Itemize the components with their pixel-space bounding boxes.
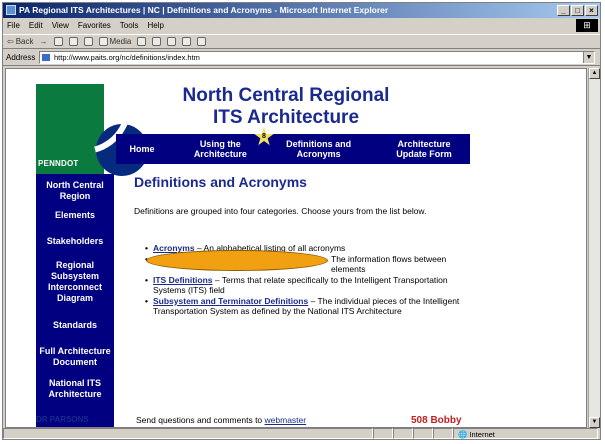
status-main bbox=[3, 428, 373, 439]
forward-button[interactable]: → bbox=[40, 37, 48, 46]
menu-tools[interactable]: Tools bbox=[120, 19, 139, 33]
parsons-text: PARSONS bbox=[49, 415, 89, 424]
discuss-icon[interactable] bbox=[197, 37, 207, 46]
sidebar: North Central Region Elements Stakeholde… bbox=[36, 174, 114, 427]
refresh-icon[interactable] bbox=[68, 37, 78, 46]
logo-text: PENNDOT bbox=[38, 159, 79, 168]
menu-view[interactable]: View bbox=[52, 19, 69, 33]
highlight-oval bbox=[146, 250, 328, 271]
title-line-2: ITS Architecture bbox=[212, 107, 360, 128]
ie-icon bbox=[6, 5, 16, 15]
menu-favorites[interactable]: Favorites bbox=[78, 19, 111, 33]
bobby-badge: 508 Bobby bbox=[411, 415, 462, 426]
nav-home[interactable]: Home bbox=[122, 144, 162, 154]
parsons-logo: DR PARSONS bbox=[36, 415, 89, 424]
its-definitions-link[interactable]: ITS Definitions bbox=[153, 275, 213, 285]
nav-definitions[interactable]: Definitions and Acronyms bbox=[279, 139, 359, 159]
sidebar-item-elements[interactable]: Elements bbox=[36, 210, 114, 221]
address-url: http://www.paits.org/nc/definitions/inde… bbox=[54, 53, 200, 62]
menu-help[interactable]: Help bbox=[147, 19, 163, 33]
windows-logo-icon: ⊞ bbox=[576, 19, 598, 32]
minimize-button[interactable]: _ bbox=[557, 5, 570, 16]
content-heading: Definitions and Acronyms bbox=[134, 174, 307, 190]
scroll-up-icon[interactable]: ▲ bbox=[589, 68, 600, 79]
browser-window: PA Regional ITS Architectures | NC | Def… bbox=[2, 2, 601, 440]
back-label: Back bbox=[15, 37, 34, 46]
media-label: Media bbox=[109, 37, 132, 46]
zone-label: Internet bbox=[469, 430, 495, 439]
subsystem-definitions-link[interactable]: Subsystem and Terminator Definitions bbox=[153, 296, 308, 306]
status-seg bbox=[433, 428, 453, 439]
title-bar: PA Regional ITS Architectures | NC | Def… bbox=[3, 3, 600, 18]
list-item: Subsystem and Terminator Definitions – T… bbox=[145, 296, 471, 316]
vertical-scrollbar[interactable]: ▲ ▼ bbox=[588, 68, 600, 428]
page-viewport: PENNDOT North Central Regional ITS Archi… bbox=[5, 68, 587, 428]
status-bar: 🌐 Internet bbox=[3, 428, 600, 440]
sidebar-item-interconnect[interactable]: Regional Subsystem Interconnect Diagram bbox=[36, 260, 114, 304]
address-dropdown-icon[interactable]: ▼ bbox=[583, 52, 594, 63]
print-icon[interactable] bbox=[167, 37, 177, 46]
toolbar: ⇦ Back → Media bbox=[3, 34, 600, 49]
media-icon bbox=[98, 37, 108, 46]
intro-text: Definitions are grouped into four catego… bbox=[134, 206, 427, 216]
sidebar-item-north-central[interactable]: North Central Region bbox=[36, 180, 114, 202]
scroll-down-icon[interactable]: ▼ bbox=[589, 417, 600, 428]
window-title: PA Regional ITS Architectures | NC | Def… bbox=[19, 5, 389, 15]
sidebar-item-standards[interactable]: Standards bbox=[36, 320, 114, 331]
page-icon bbox=[42, 54, 50, 61]
nav-using[interactable]: Using the Architecture bbox=[187, 139, 253, 159]
home-icon[interactable] bbox=[83, 37, 93, 46]
mail-icon[interactable] bbox=[152, 37, 162, 46]
status-seg bbox=[393, 428, 413, 439]
menu-edit[interactable]: Edit bbox=[29, 19, 43, 33]
media-button[interactable]: Media bbox=[98, 37, 132, 46]
address-bar: Address http://www.paits.org/nc/definiti… bbox=[3, 50, 600, 66]
contact-label: Send questions and comments to bbox=[136, 415, 265, 425]
item-desc: The information flows between elements bbox=[331, 254, 447, 274]
close-button[interactable]: × bbox=[585, 5, 598, 16]
list-item: ITS Definitions – Terms that relate spec… bbox=[145, 275, 471, 295]
maximize-button[interactable]: □ bbox=[571, 5, 584, 16]
webmaster-link[interactable]: webmaster bbox=[265, 415, 307, 425]
sidebar-item-national[interactable]: National ITS Architecture bbox=[36, 378, 114, 400]
bobby-text: 508 Bobby bbox=[411, 415, 462, 426]
history-icon[interactable] bbox=[137, 37, 147, 46]
sidebar-item-full-doc[interactable]: Full Architecture Document bbox=[36, 346, 114, 368]
back-button[interactable]: ⇦ Back bbox=[7, 37, 34, 46]
page-title: North Central Regional ITS Architecture bbox=[121, 85, 451, 129]
page-footer: DR PARSONS Send questions and comments t… bbox=[36, 415, 468, 427]
title-line-1: North Central Regional bbox=[182, 85, 390, 106]
stop-icon[interactable] bbox=[53, 37, 63, 46]
status-seg bbox=[373, 428, 393, 439]
nav-update-form[interactable]: Architecture Update Form bbox=[384, 139, 464, 159]
menu-bar: File Edit View Favorites Tools Help bbox=[3, 19, 600, 33]
address-input[interactable]: http://www.paits.org/nc/definitions/inde… bbox=[39, 51, 595, 64]
address-label: Address bbox=[6, 53, 36, 62]
sidebar-item-stakeholders[interactable]: Stakeholders bbox=[36, 236, 114, 247]
menu-file[interactable]: File bbox=[7, 19, 20, 33]
top-nav: Home Using the Architecture Definitions … bbox=[116, 134, 470, 164]
contact-text: Send questions and comments to webmaster bbox=[136, 415, 306, 425]
edit-icon[interactable] bbox=[182, 37, 192, 46]
status-zone: 🌐 Internet bbox=[453, 428, 598, 439]
status-seg bbox=[413, 428, 433, 439]
